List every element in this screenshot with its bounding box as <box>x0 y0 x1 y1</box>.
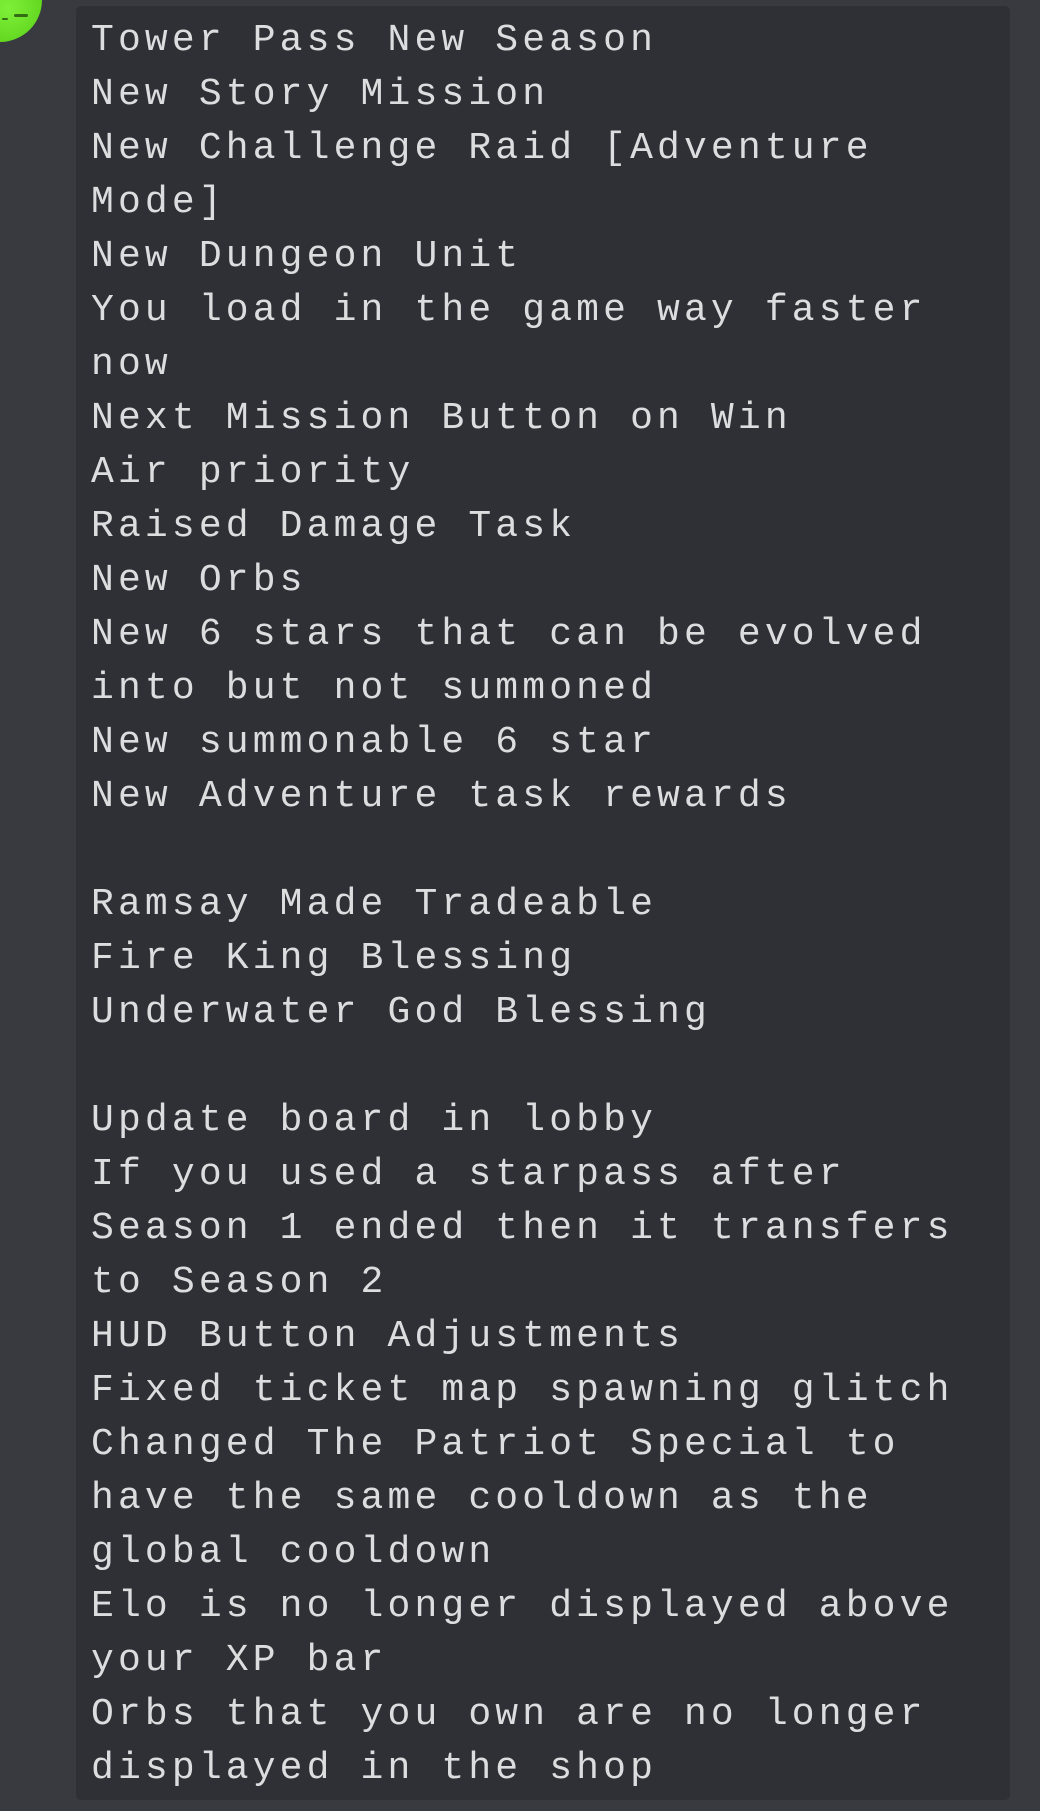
code-line: New Adventure task rewards <box>91 775 792 818</box>
code-line: global cooldown <box>91 1531 496 1574</box>
code-line: into but not summoned <box>91 667 658 710</box>
code-line: Underwater God Blessing <box>91 991 711 1034</box>
code-line: to Season 2 <box>91 1261 388 1304</box>
code-line: Mode] <box>91 181 226 224</box>
code-line: displayed in the shop <box>91 1747 658 1790</box>
code-line: Changed The Patriot Special to <box>91 1423 900 1466</box>
code-line: If you used a starpass after <box>91 1153 846 1196</box>
code-line: Fixed ticket map spawning glitch <box>91 1369 954 1412</box>
code-line: Fire King Blessing <box>91 937 577 980</box>
code-line: your XP bar <box>91 1639 388 1682</box>
user-avatar-icon[interactable] <box>0 0 42 42</box>
code-line: New 6 stars that can be evolved <box>91 613 927 656</box>
code-line: Elo is no longer displayed above <box>91 1585 954 1628</box>
code-line: Tower Pass New Season <box>91 19 658 62</box>
code-line: Next Mission Button on Win <box>91 397 792 440</box>
code-line: You load in the game way faster <box>91 289 927 332</box>
code-line: HUD Button Adjustments <box>91 1315 684 1358</box>
code-line: now <box>91 343 172 386</box>
code-line: Air priority <box>91 451 415 494</box>
code-block: Tower Pass New Season New Story Mission Ne… <box>76 6 1010 1800</box>
code-line: New summonable 6 star <box>91 721 658 764</box>
code-line: Ramsay Made Tradeable <box>91 883 658 926</box>
code-line: Season 1 ended then it transfers <box>91 1207 954 1250</box>
code-line: New Story Mission <box>91 73 550 116</box>
avatar-detail <box>14 14 28 17</box>
code-line: have the same cooldown as the <box>91 1477 873 1520</box>
code-line: New Orbs <box>91 559 307 602</box>
code-line: Orbs that you own are no longer <box>91 1693 927 1736</box>
code-line: New Dungeon Unit <box>91 235 523 278</box>
code-line: Raised Damage Task <box>91 505 577 548</box>
code-line: New Challenge Raid [Adventure <box>91 127 873 170</box>
code-block-text: Tower Pass New Season New Story Mission Ne… <box>91 14 1010 1796</box>
avatar-detail <box>2 18 8 20</box>
code-line: Update board in lobby <box>91 1099 658 1142</box>
